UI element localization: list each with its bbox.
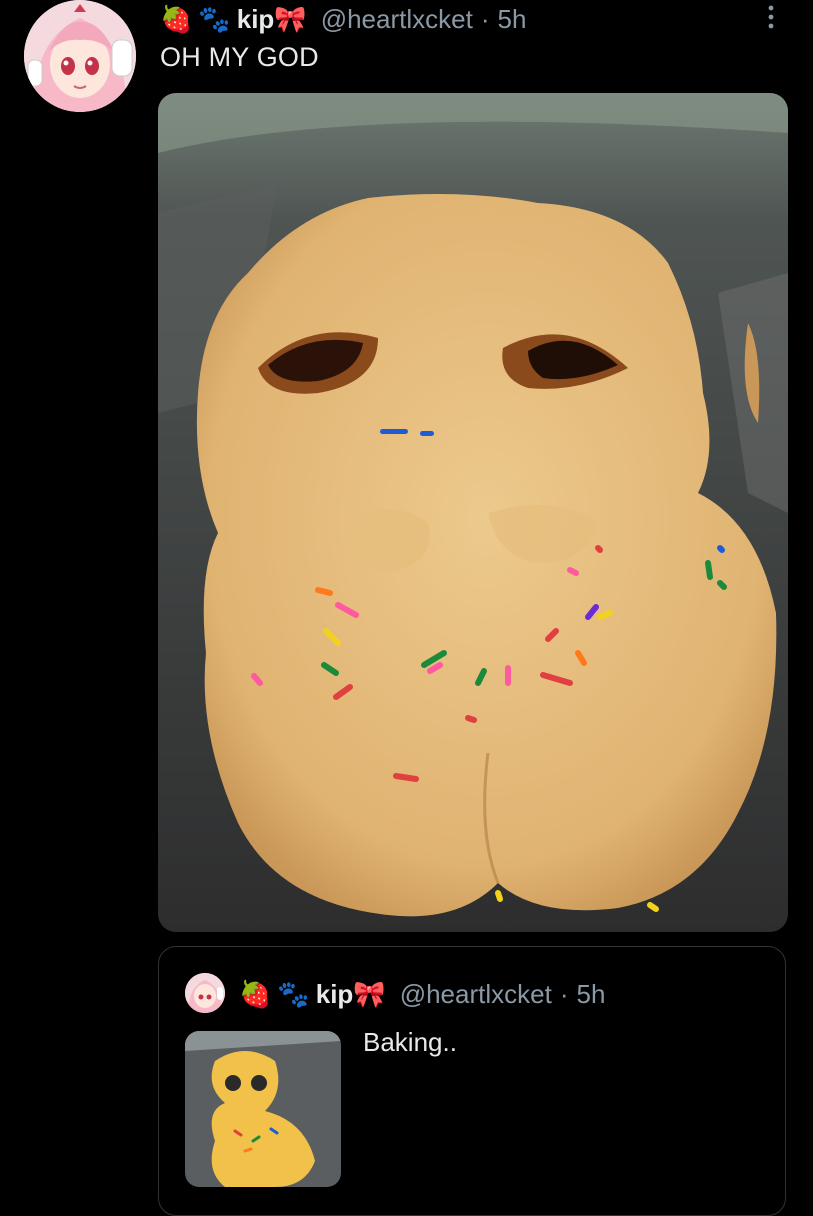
cookie-photo-icon — [158, 93, 788, 932]
quoted-tweet-text: Baking.. — [363, 1027, 457, 1057]
tweet-text: OH MY GOD — [160, 42, 319, 72]
display-name[interactable]: kip — [237, 4, 275, 35]
timestamp[interactable]: 5h — [498, 4, 527, 35]
dough-photo-icon — [185, 1031, 341, 1187]
user-handle[interactable]: @heartlxcket — [321, 4, 473, 35]
more-options-button[interactable] — [759, 4, 783, 30]
quoted-display-name: kip — [315, 978, 354, 1009]
quoted-user-handle: @heartlxcket — [399, 978, 552, 1009]
quoted-tweet-header: 🍓 🐾 kip 🎀 @heartlxcket · 5h — [239, 977, 605, 1011]
quoted-tweet-thumbnail[interactable] — [185, 1031, 341, 1187]
ribbon-emoji: 🎀 — [274, 3, 307, 34]
paw-emoji: 🐾 — [198, 3, 231, 34]
separator-dot: · — [480, 3, 490, 34]
ribbon-emoji: 🎀 — [353, 978, 386, 1009]
quoted-tweet[interactable]: 🍓 🐾 kip 🎀 @heartlxcket · 5h Baking.. — [158, 946, 786, 1216]
anime-girl-avatar-icon — [24, 0, 136, 112]
vertical-ellipsis-icon — [768, 5, 774, 29]
strawberry-emoji: 🍓 — [160, 3, 193, 34]
separator-dot: · — [559, 978, 569, 1009]
quoted-user-avatar — [185, 973, 225, 1013]
strawberry-emoji: 🍓 — [239, 978, 272, 1009]
tweet-header: 🍓 🐾 kip 🎀 @heartlxcket · 5h — [160, 2, 526, 36]
paw-emoji: 🐾 — [277, 978, 310, 1009]
quoted-timestamp: 5h — [576, 978, 606, 1009]
user-avatar[interactable] — [24, 0, 136, 112]
tweet-photo[interactable] — [158, 93, 788, 932]
anime-girl-avatar-icon — [185, 973, 225, 1013]
